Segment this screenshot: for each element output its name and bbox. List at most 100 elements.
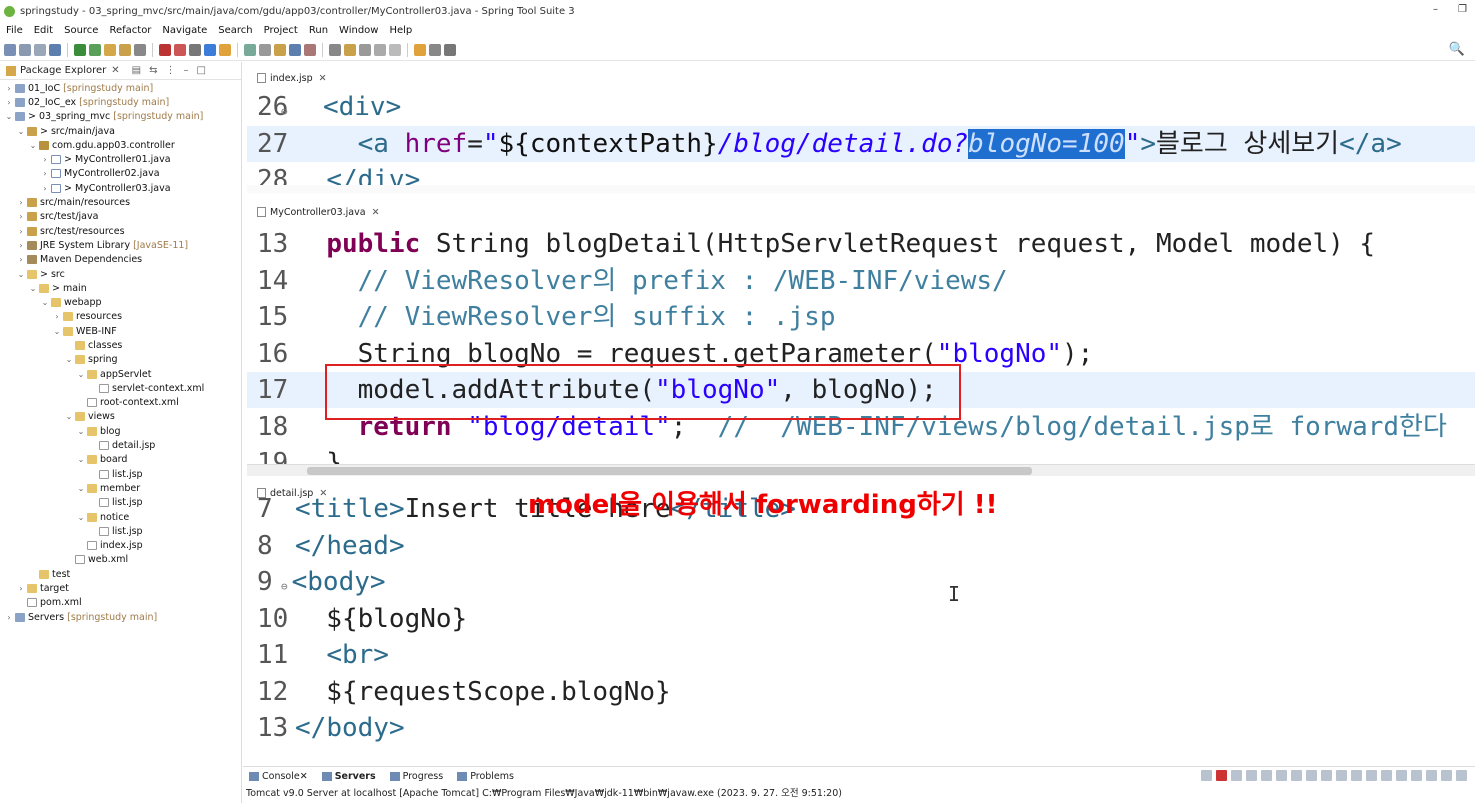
toolbar-button-icon[interactable] xyxy=(104,43,116,56)
toolbar-button-icon[interactable] xyxy=(174,43,186,56)
toolbar-button-icon[interactable] xyxy=(4,43,16,56)
code-line[interactable]: 15 // ViewResolver의 suffix : .jsp xyxy=(247,299,1475,335)
expand-icon[interactable]: ⌄ xyxy=(40,298,50,307)
horizontal-scrollbar[interactable] xyxy=(247,185,1475,193)
menu-run[interactable]: Run xyxy=(309,25,328,36)
tree-item[interactable]: › src/test/java xyxy=(0,210,242,224)
tab-mycontroller03-java[interactable]: MyController03.java ✕ xyxy=(247,204,1475,222)
tree-item[interactable]: ⌄ notice xyxy=(0,510,242,524)
console-tool-icon[interactable] xyxy=(1456,770,1467,781)
console-tool-icon[interactable] xyxy=(1231,770,1242,781)
tab-console[interactable]: Console ✕ xyxy=(249,771,308,782)
tree-item[interactable]: pom.xml xyxy=(0,596,242,610)
toolbar-button-icon[interactable] xyxy=(359,43,371,56)
tree-item[interactable]: › 02_IoC_ex [springstudy main] xyxy=(0,95,242,109)
expand-icon[interactable]: ⌄ xyxy=(76,370,86,379)
toolbar-button-icon[interactable] xyxy=(244,43,256,56)
collapse-icon[interactable]: › xyxy=(40,169,50,178)
code-line[interactable]: 9 ⊖ <body> xyxy=(247,564,1475,600)
minimize-button[interactable]: – xyxy=(1433,4,1438,15)
tree-item[interactable]: ⌄ > 03_spring_mvc [springstudy main] xyxy=(0,110,242,124)
toolbar-button-icon[interactable] xyxy=(119,43,131,56)
toolbar-button-icon[interactable] xyxy=(204,43,216,56)
tree-item[interactable]: ⌄ blog xyxy=(0,424,242,438)
menu-refactor[interactable]: Refactor xyxy=(109,25,151,36)
expand-icon[interactable]: ⌄ xyxy=(4,112,14,121)
tree-item[interactable]: › JRE System Library [JavaSE-11] xyxy=(0,238,242,252)
fold-icon[interactable]: ⊖ xyxy=(281,580,288,593)
tree-item[interactable]: ⌄ > src xyxy=(0,267,242,281)
tree-item[interactable]: › 01_IoC [springstudy main] xyxy=(0,81,242,95)
toolbar-button-icon[interactable] xyxy=(389,43,401,56)
tree-item[interactable]: web.xml xyxy=(0,553,242,567)
console-tool-icon[interactable] xyxy=(1381,770,1392,781)
minimize-icon[interactable]: – xyxy=(184,65,189,76)
collapse-icon[interactable]: › xyxy=(16,255,26,264)
close-icon[interactable]: ✕ xyxy=(111,65,119,76)
expand-icon[interactable]: ⌄ xyxy=(52,327,62,336)
console-tool-icon[interactable] xyxy=(1216,770,1227,781)
console-tool-icon[interactable] xyxy=(1246,770,1257,781)
expand-icon[interactable]: ⌄ xyxy=(16,270,26,279)
tree-item[interactable]: › > MyController03.java xyxy=(0,181,242,195)
tree-item[interactable]: ⌄ board xyxy=(0,453,242,467)
toolbar-button-icon[interactable] xyxy=(344,43,356,56)
tree-item[interactable]: servlet-context.xml xyxy=(0,381,242,395)
collapse-icon[interactable]: › xyxy=(16,212,26,221)
tree-item[interactable]: index.jsp xyxy=(0,539,242,553)
tree-item[interactable]: ⌄ views xyxy=(0,410,242,424)
toolbar-button-icon[interactable] xyxy=(289,43,301,56)
console-tool-icon[interactable] xyxy=(1336,770,1347,781)
code-line[interactable]: 13 </body> xyxy=(247,710,1475,746)
code-line[interactable]: 28 </div> xyxy=(247,162,1475,185)
toolbar-button-icon[interactable] xyxy=(189,43,201,56)
toolbar-button-icon[interactable] xyxy=(274,43,286,56)
code-line[interactable]: 8 </head> xyxy=(247,528,1475,564)
expand-icon[interactable]: ⌄ xyxy=(16,127,26,136)
tree-item[interactable]: classes xyxy=(0,338,242,352)
toolbar-button-icon[interactable] xyxy=(134,43,146,56)
expand-icon[interactable]: ⌄ xyxy=(76,484,86,493)
collapse-icon[interactable]: › xyxy=(4,613,14,622)
toolbar-button-icon[interactable] xyxy=(414,43,426,56)
collapse-icon[interactable]: › xyxy=(40,155,50,164)
toolbar-button-icon[interactable] xyxy=(219,43,231,56)
tree-item[interactable]: root-context.xml xyxy=(0,396,242,410)
console-tool-icon[interactable] xyxy=(1291,770,1302,781)
tree-item[interactable]: ⌄ > main xyxy=(0,281,242,295)
collapse-icon[interactable]: › xyxy=(52,312,62,321)
menu-source[interactable]: Source xyxy=(64,25,98,36)
toolbar-button-icon[interactable] xyxy=(74,43,86,56)
collapse-icon[interactable]: › xyxy=(16,584,26,593)
tree-item[interactable]: › src/test/resources xyxy=(0,224,242,238)
code-line[interactable]: 19 } xyxy=(247,445,1475,464)
menu-help[interactable]: Help xyxy=(389,25,412,36)
menu-file[interactable]: File xyxy=(6,25,23,36)
console-tool-icon[interactable] xyxy=(1366,770,1377,781)
tree-item[interactable]: ⌄ WEB-INF xyxy=(0,324,242,338)
toolbar-button-icon[interactable] xyxy=(429,43,441,56)
collapse-icon[interactable]: › xyxy=(16,241,26,250)
tree-item[interactable]: › src/main/resources xyxy=(0,195,242,209)
toolbar-button-icon[interactable] xyxy=(374,43,386,56)
maximize-icon[interactable]: □ xyxy=(197,65,206,76)
tree-item[interactable]: ⌄ com.gdu.app03.controller xyxy=(0,138,242,152)
tab-progress[interactable]: Progress xyxy=(389,771,443,782)
console-tool-icon[interactable] xyxy=(1306,770,1317,781)
expand-icon[interactable]: ⌄ xyxy=(76,513,86,522)
close-icon[interactable]: ✕ xyxy=(372,207,380,218)
menu-navigate[interactable]: Navigate xyxy=(162,25,207,36)
tree-item[interactable]: › > MyController01.java xyxy=(0,152,242,166)
tab-problems[interactable]: Problems xyxy=(457,771,514,782)
code-line[interactable]: 13 public String blogDetail(HttpServletR… xyxy=(247,226,1475,262)
code-line[interactable]: 11 <br> xyxy=(247,637,1475,673)
toolbar-button-icon[interactable] xyxy=(444,43,456,56)
code-line[interactable]: 10 ${blogNo} xyxy=(247,601,1475,637)
code-line[interactable]: 27 <a href="${contextPath}/blog/detail.d… xyxy=(247,125,1475,162)
expand-icon[interactable]: ⌄ xyxy=(28,141,38,150)
toolbar-button-icon[interactable] xyxy=(159,43,171,56)
console-tool-icon[interactable] xyxy=(1261,770,1272,781)
code-line[interactable]: 14 // ViewResolver의 prefix : /WEB-INF/vi… xyxy=(247,263,1475,299)
console-tool-icon[interactable] xyxy=(1411,770,1422,781)
toolbar-button-icon[interactable] xyxy=(49,43,61,56)
